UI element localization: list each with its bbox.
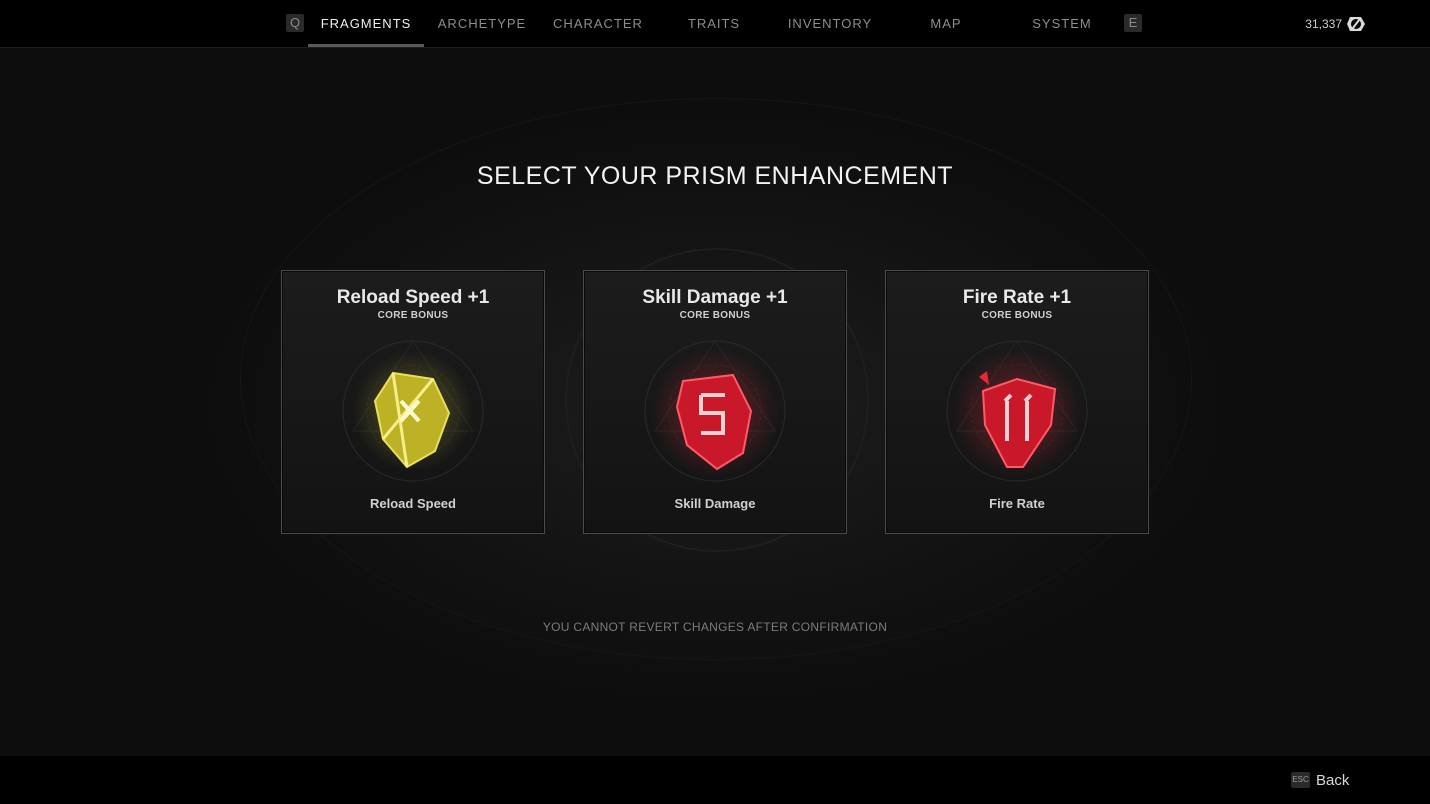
card-title: Fire Rate +1 <box>962 287 1072 308</box>
card-subtitle: CORE BONUS <box>679 310 751 321</box>
currency-amount: 31,337 <box>1305 17 1342 31</box>
top-navigation-bar: Q FRAGMENTS ARCHETYPE CHARACTER TRAITS I… <box>0 0 1430 48</box>
confirmation-warning: YOU CANNOT REVERT CHANGES AFTER CONFIRMA… <box>542 620 888 634</box>
tab-traits[interactable]: TRAITS <box>657 0 771 47</box>
page-title: SELECT YOUR PRISM ENHANCEMENT <box>476 162 954 190</box>
reload-speed-card[interactable]: Reload Speed +1 CORE BONUS Reload Speed <box>281 270 545 534</box>
card-title: Reload Speed +1 <box>336 287 490 308</box>
bottom-bar: ESC Back <box>0 756 1430 804</box>
card-title: Skill Damage +1 <box>642 287 788 308</box>
card-subtitle: CORE BONUS <box>377 310 449 321</box>
tab-inventory[interactable]: INVENTORY <box>773 0 887 47</box>
card-name: Skill Damage <box>674 496 756 511</box>
red-prism-crystal-icon <box>644 340 786 482</box>
tab-system[interactable]: SYSTEM <box>1005 0 1119 47</box>
prev-tab-key-hint[interactable]: Q <box>286 14 304 32</box>
skill-damage-card[interactable]: Skill Damage +1 CORE BONUS Skill Damage <box>583 270 847 534</box>
next-tab-key-hint[interactable]: E <box>1124 14 1142 32</box>
tab-archetype[interactable]: ARCHETYPE <box>425 0 539 47</box>
tab-map[interactable]: MAP <box>889 0 1003 47</box>
card-subtitle: CORE BONUS <box>981 310 1053 321</box>
scrap-coin-icon <box>1347 17 1365 31</box>
enhancement-selection-screen: SELECT YOUR PRISM ENHANCEMENT Reload Spe… <box>0 48 1430 756</box>
red-prism-crystal-icon <box>946 340 1088 482</box>
tab-fragments[interactable]: FRAGMENTS <box>308 0 424 47</box>
tab-character[interactable]: CHARACTER <box>541 0 655 47</box>
fire-rate-card[interactable]: Fire Rate +1 CORE BONUS Fire Rate <box>885 270 1149 534</box>
card-name: Fire Rate <box>989 496 1045 511</box>
card-name: Reload Speed <box>370 496 456 511</box>
back-button[interactable]: Back <box>1316 772 1349 789</box>
esc-key-hint[interactable]: ESC <box>1291 772 1310 788</box>
yellow-prism-crystal-icon <box>342 340 484 482</box>
